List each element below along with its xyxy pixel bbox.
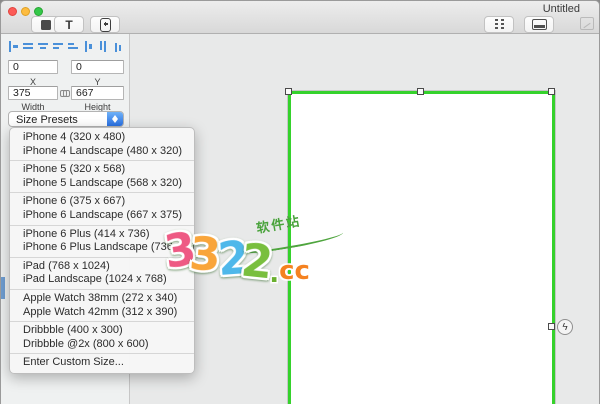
square-icon: [41, 19, 51, 30]
link-dimensions-icon[interactable]: [60, 89, 70, 97]
menu-item[interactable]: Dribbble (400 x 300): [10, 324, 194, 338]
align-center-horizontal-icon[interactable]: [23, 41, 34, 52]
menu-item[interactable]: iPhone 6 Plus Landscape (736 x 414): [10, 241, 194, 255]
alignment-toolbar: [8, 41, 124, 52]
align-bottom-icon[interactable]: [83, 41, 94, 52]
align-middle-icon[interactable]: [68, 41, 79, 52]
sidebar-selection-sliver: [1, 277, 5, 299]
bottom-panel-icon: [531, 19, 547, 30]
menu-item[interactable]: Enter Custom Size...: [10, 356, 194, 370]
menu-item[interactable]: Apple Watch 38mm (272 x 340): [10, 292, 194, 306]
text-tool-button[interactable]: T: [54, 16, 84, 33]
dots-grid-icon: [494, 19, 505, 30]
menu-item[interactable]: Dribbble @2x (800 x 600): [10, 338, 194, 352]
close-button[interactable]: [8, 7, 17, 16]
resize-handle-top-right[interactable]: [548, 88, 555, 95]
menu-item[interactable]: iPhone 6 Landscape (667 x 375): [10, 209, 194, 223]
x-field[interactable]: [8, 60, 58, 74]
menu-item[interactable]: iPad (768 x 1024): [10, 260, 194, 274]
zoom-button[interactable]: [34, 7, 43, 16]
menu-item[interactable]: iPhone 4 Landscape (480 x 320): [10, 145, 194, 159]
size-presets-label: Size Presets: [16, 114, 78, 126]
menu-separator: [10, 224, 194, 226]
menu-item[interactable]: iPhone 5 (320 x 568): [10, 163, 194, 177]
width-field[interactable]: [8, 86, 58, 100]
distribute-horizontal-icon[interactable]: [98, 41, 109, 52]
align-left-icon[interactable]: [8, 41, 19, 52]
device-plus-icon: [99, 17, 111, 32]
window-title: Untitled: [542, 3, 580, 15]
text-tool-icon: T: [65, 17, 73, 32]
menu-separator: [10, 288, 194, 290]
height-field[interactable]: [71, 86, 124, 100]
align-top-icon[interactable]: [53, 41, 64, 52]
menu-separator: [10, 353, 194, 355]
menu-item[interactable]: iPhone 6 Plus (414 x 736): [10, 228, 194, 242]
share-icon: [580, 17, 594, 30]
menu-separator: [10, 160, 194, 162]
size-presets-dropdown[interactable]: Size Presets: [8, 111, 124, 127]
menu-item[interactable]: Apple Watch 42mm (312 x 390): [10, 306, 194, 320]
resize-handle-top-center[interactable]: [417, 88, 424, 95]
panel-toggle-button[interactable]: [524, 16, 554, 33]
add-artboard-button[interactable]: [90, 16, 120, 33]
artboard-action-button[interactable]: ϟ: [557, 319, 573, 335]
size-presets-menu: iPhone 4 (320 x 480) iPhone 4 Landscape (…: [9, 127, 195, 374]
resize-handle-middle-right[interactable]: [548, 323, 555, 330]
distribute-vertical-icon[interactable]: [113, 41, 124, 52]
titlebar: Untitled T: [1, 1, 599, 34]
menu-item[interactable]: iPhone 5 Landscape (568 x 320): [10, 177, 194, 191]
lightning-icon: ϟ: [562, 321, 568, 333]
menu-item[interactable]: iPhone 6 (375 x 667): [10, 195, 194, 209]
menu-separator: [10, 192, 194, 194]
menu-item[interactable]: iPhone 4 (320 x 480): [10, 131, 194, 145]
minimize-button[interactable]: [21, 7, 30, 16]
menu-item[interactable]: iPad Landscape (1024 x 768): [10, 273, 194, 287]
menu-separator: [10, 321, 194, 323]
resize-handle-top-left[interactable]: [285, 88, 292, 95]
dropdown-chevrons-icon: [107, 112, 123, 126]
library-button[interactable]: [484, 16, 514, 33]
menu-separator: [10, 256, 194, 258]
y-field[interactable]: [71, 60, 124, 74]
artboard[interactable]: [288, 91, 555, 404]
app-window: Untitled T ϟ X Y Width: [0, 0, 600, 404]
align-right-icon[interactable]: [38, 41, 49, 52]
